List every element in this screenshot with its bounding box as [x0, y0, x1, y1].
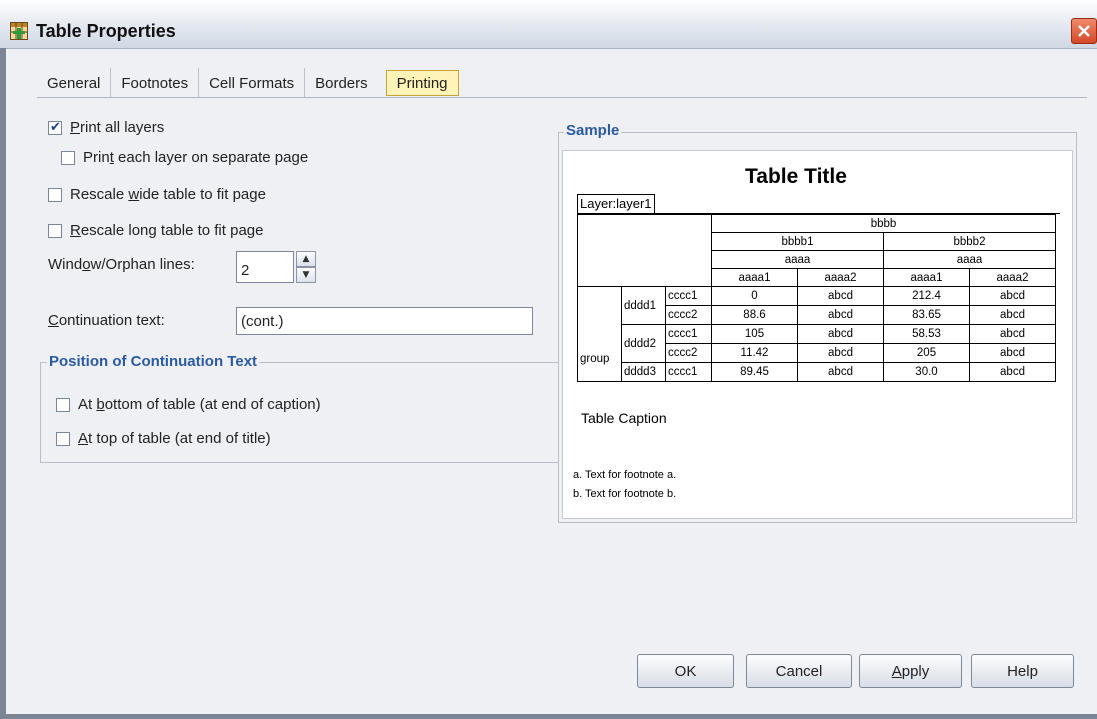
- at-top-checkbox[interactable]: At top of table (at end of title): [56, 430, 271, 447]
- col-header-mid: bbbb1: [711, 232, 884, 251]
- col-header-leaf: aaaa2: [969, 268, 1056, 287]
- table-cell: abcd: [969, 324, 1056, 344]
- sample-table-caption: Table Caption: [581, 410, 667, 426]
- rescale-long-checkbox[interactable]: Rescale long table to fit page: [48, 222, 263, 239]
- col-header-leaf: aaaa2: [797, 268, 884, 287]
- table-cell: 212.4: [883, 286, 970, 306]
- spinner-down-button[interactable]: ▼: [296, 267, 316, 283]
- tab-footnotes[interactable]: Footnotes: [111, 68, 200, 98]
- at-bottom-label: At bottom of table (at end of caption): [78, 396, 321, 413]
- rescale-wide-label: Rescale wide table to fit page: [70, 186, 266, 203]
- row-subgroup-label: dddd1: [621, 286, 666, 325]
- table-cell: abcd: [969, 305, 1056, 325]
- col-header-leaf: aaaa1: [711, 268, 798, 287]
- sample-layer-label: Layer:layer1: [577, 194, 655, 214]
- table-cell: abcd: [797, 343, 884, 363]
- table-cell: abcd: [969, 343, 1056, 363]
- table-cell: 105: [711, 324, 798, 344]
- corner-cell: [577, 214, 712, 287]
- table-cell: abcd: [797, 305, 884, 325]
- rescale-wide-checkbox[interactable]: Rescale wide table to fit page: [48, 186, 266, 203]
- table-cell: abcd: [797, 286, 884, 306]
- help-button[interactable]: Help: [971, 654, 1074, 688]
- table-properties-dialog: Table Properties General Footnotes Cell …: [0, 0, 1097, 719]
- widow-orphan-spinner-input[interactable]: 2: [236, 251, 294, 283]
- table-cell: 89.45: [711, 362, 798, 382]
- col-header-leaf: aaaa1: [883, 268, 970, 287]
- row-label: cccc1: [665, 324, 712, 344]
- print-all-layers-checkbox[interactable]: Print all layers: [48, 119, 164, 136]
- table-properties-icon: [10, 22, 28, 40]
- position-continuation-title: Position of Continuation Text: [47, 353, 260, 370]
- col-header-sub: aaaa: [883, 250, 1056, 269]
- table-cell: abcd: [969, 362, 1056, 382]
- close-button[interactable]: [1071, 18, 1097, 44]
- at-top-label: At top of table (at end of title): [78, 430, 271, 447]
- sample-preview: Table Title Layer:layer1 bbbb bbbb1 bbbb…: [562, 150, 1073, 519]
- col-header-top: bbbb: [711, 214, 1056, 233]
- widow-orphan-spinner: ▲ ▼: [296, 251, 316, 283]
- checkbox-box[interactable]: [56, 431, 70, 446]
- row-label: cccc1: [665, 362, 712, 382]
- checkbox-box[interactable]: [56, 397, 70, 412]
- print-each-layer-label: Print each layer on separate page: [83, 149, 309, 166]
- tab-printing[interactable]: Printing: [385, 70, 459, 96]
- ok-button[interactable]: OK: [637, 654, 734, 688]
- cancel-button[interactable]: Cancel: [746, 654, 852, 688]
- checkbox-box[interactable]: [48, 223, 62, 238]
- tab-borders[interactable]: Borders: [305, 68, 378, 98]
- sample-table-title: Table Title: [745, 165, 847, 188]
- table-cell: 88.6: [711, 305, 798, 325]
- window-frame-bottom: [0, 714, 1097, 719]
- continuation-text-field[interactable]: (cont.): [236, 307, 533, 335]
- at-bottom-checkbox[interactable]: At bottom of table (at end of caption): [56, 396, 321, 413]
- row-subgroup-label: dddd3: [621, 362, 666, 382]
- apply-button[interactable]: Apply: [859, 654, 962, 688]
- row-subgroup-label: dddd2: [621, 324, 666, 363]
- spinner-up-button[interactable]: ▲: [296, 251, 316, 267]
- sample-footnote: a. Text for footnote a.: [573, 469, 677, 481]
- close-icon: [1078, 25, 1090, 37]
- print-all-layers-label: Print all layers: [70, 119, 165, 136]
- tab-divider: [37, 97, 1087, 98]
- col-header-mid: bbbb2: [883, 232, 1056, 251]
- print-each-layer-checkbox[interactable]: Print each layer on separate page: [61, 149, 308, 166]
- arrow-down-icon: ▼: [302, 270, 310, 280]
- checkbox-box[interactable]: [48, 187, 62, 202]
- table-cell: 0: [711, 286, 798, 306]
- table-cell: 58.53: [883, 324, 970, 344]
- table-cell: 205: [883, 343, 970, 363]
- title-bar[interactable]: Table Properties: [0, 0, 1097, 49]
- sample-group-title: Sample: [564, 122, 622, 139]
- row-label: cccc2: [665, 343, 712, 363]
- checkbox-box[interactable]: [61, 150, 75, 165]
- table-cell: abcd: [797, 362, 884, 382]
- sample-footnote: b. Text for footnote b.: [573, 488, 677, 500]
- tab-bar: General Footnotes Cell Formats Borders P…: [37, 68, 459, 98]
- widow-orphan-label: Window/Orphan lines:: [48, 256, 195, 273]
- table-cell: 30.0: [883, 362, 970, 382]
- table-cell: 11.42: [711, 343, 798, 363]
- sample-pivot-table: bbbb bbbb1 bbbb2 aaaa aaaa aaaa1 aaaa2 a…: [577, 214, 1056, 382]
- window-frame-left: [0, 48, 6, 719]
- col-header-sub: aaaa: [711, 250, 884, 269]
- arrow-up-icon: ▲: [302, 254, 310, 264]
- rescale-long-label: Rescale long table to fit page: [70, 222, 264, 239]
- tab-general[interactable]: General: [37, 68, 112, 98]
- table-cell: abcd: [969, 286, 1056, 306]
- row-label: cccc2: [665, 305, 712, 325]
- tab-cell-formats[interactable]: Cell Formats: [199, 68, 306, 98]
- table-cell: 83.65: [883, 305, 970, 325]
- continuation-text-label: Continuation text:: [48, 312, 165, 329]
- row-group-label-text: group: [580, 353, 610, 365]
- table-cell: abcd: [797, 324, 884, 344]
- checkbox-box[interactable]: [48, 119, 62, 135]
- dialog-title: Table Properties: [36, 21, 176, 41]
- row-label: cccc1: [665, 286, 712, 306]
- row-group-label: group: [577, 286, 622, 382]
